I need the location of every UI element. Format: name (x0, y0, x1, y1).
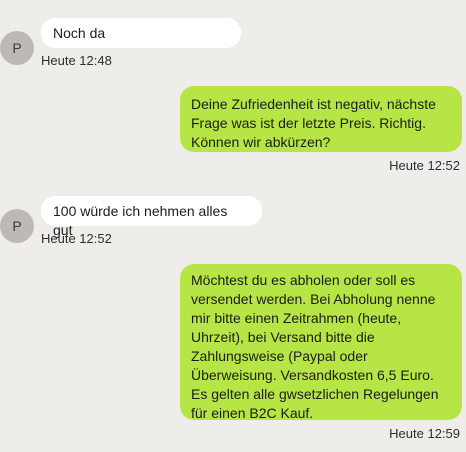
message-timestamp: Heute 12:52 (389, 158, 460, 173)
message-timestamp: Heute 12:52 (41, 231, 112, 246)
message-timestamp: Heute 12:48 (41, 53, 112, 68)
avatar[interactable]: P (0, 209, 34, 243)
incoming-message-bubble: 100 würde ich nehmen alles gut (41, 196, 262, 238)
outgoing-message-bubble: Möchtest du es abholen oder soll es vers… (180, 264, 462, 421)
incoming-message-bubble: Noch da (41, 18, 241, 48)
outgoing-message-bubble: Deine Zufriedenheit ist negativ, nächste… (180, 86, 462, 152)
avatar[interactable]: P (0, 31, 34, 65)
message-timestamp: Heute 12:59 (389, 426, 460, 441)
